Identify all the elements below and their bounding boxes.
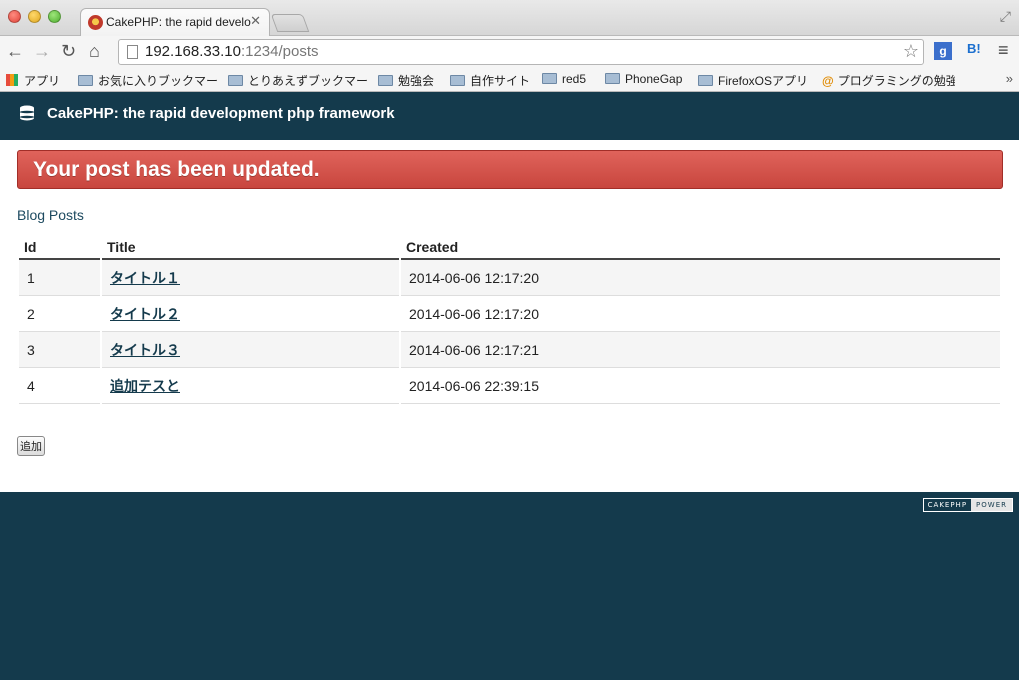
new-tab-button[interactable]	[270, 14, 310, 32]
table-row: 4 追加テスと 2014-06-06 22:39:15	[19, 368, 1000, 404]
table-row: 1 タイトル１ 2014-06-06 12:17:20	[19, 260, 1000, 296]
browser-titlebar: CakePHP: the rapid develop ✕ ⤢	[0, 0, 1019, 36]
page-icon	[127, 45, 138, 59]
bookmark-folder[interactable]: FirefoxOSアプリ	[698, 72, 808, 89]
post-id: 2	[19, 296, 100, 332]
bookmarks-bar: アプリ お気に入りブックマー とりあえずブックマー 勉強会 自作サイト red5…	[0, 68, 1019, 92]
tab-title: CakePHP: the rapid develop	[106, 15, 251, 29]
browser-toolbar: ← → ↻ ⌂ 192.168.33.10:1234/posts ☆ g B! …	[0, 36, 1019, 68]
column-header-title: Title	[102, 234, 399, 260]
folder-icon	[378, 75, 393, 86]
url-text: 192.168.33.10:1234/posts	[145, 43, 319, 60]
bookmark-folder[interactable]: 勉強会	[378, 72, 434, 89]
hatena-bookmark-icon[interactable]: B!	[967, 41, 981, 56]
bookmark-star-icon[interactable]: ☆	[903, 41, 919, 62]
more-bookmarks-icon[interactable]: »	[1006, 71, 1013, 86]
close-window-button[interactable]	[8, 10, 21, 23]
folder-icon	[450, 75, 465, 86]
bookmark-folder[interactable]: 自作サイト	[450, 72, 530, 89]
page-title: Blog Posts	[17, 207, 84, 223]
folder-icon	[698, 75, 713, 86]
tab-close-icon[interactable]: ✕	[250, 13, 261, 29]
google-extension-icon[interactable]: g	[934, 42, 952, 60]
post-id: 1	[19, 260, 100, 296]
post-title-link[interactable]: タイトル１	[110, 270, 180, 286]
fullscreen-icon[interactable]: ⤢	[1000, 8, 1011, 25]
table-header-row: Id Title Created	[19, 234, 1000, 260]
folder-icon	[78, 75, 93, 86]
post-title-link[interactable]: タイトル２	[110, 306, 180, 322]
forward-icon[interactable]: →	[33, 40, 51, 62]
cakephp-logo-icon	[20, 105, 34, 121]
site-title-link[interactable]: CakePHP: the rapid development php frame…	[47, 105, 395, 122]
page-content: Your post has been updated. Blog Posts I…	[0, 140, 1019, 492]
badge-left-text: CAKEPHP	[923, 499, 972, 511]
at-sign-icon: @	[822, 74, 834, 88]
cakephp-power-badge[interactable]: CAKEPHP POWER	[922, 498, 1013, 512]
folder-icon	[228, 75, 243, 86]
address-bar[interactable]: 192.168.33.10:1234/posts ☆	[118, 39, 924, 65]
back-icon[interactable]: ←	[6, 40, 24, 62]
cakephp-favicon-icon	[88, 15, 103, 30]
post-created: 2014-06-06 12:17:20	[401, 296, 1000, 332]
bookmark-folder[interactable]: red5	[542, 72, 586, 86]
bookmark-link[interactable]: @ プログラミングの勉強	[822, 72, 955, 89]
table-row: 3 タイトル３ 2014-06-06 12:17:21	[19, 332, 1000, 368]
post-id: 3	[19, 332, 100, 368]
post-created: 2014-06-06 12:17:21	[401, 332, 1000, 368]
bookmark-folder[interactable]: とりあえずブックマー	[228, 72, 368, 89]
column-header-id: Id	[19, 234, 100, 260]
folder-icon	[605, 73, 620, 84]
zoom-window-button[interactable]	[48, 10, 61, 23]
post-created: 2014-06-06 12:17:20	[401, 260, 1000, 296]
minimize-window-button[interactable]	[28, 10, 41, 23]
add-post-button[interactable]: 追加	[17, 436, 45, 456]
page-header: CakePHP: the rapid development php frame…	[0, 93, 1019, 140]
browser-tab[interactable]: CakePHP: the rapid develop ✕	[80, 8, 270, 36]
bookmark-folder[interactable]: お気に入りブックマー	[78, 72, 218, 89]
home-icon[interactable]: ⌂	[89, 40, 100, 62]
bookmark-apps[interactable]: アプリ	[6, 72, 60, 89]
table-row: 2 タイトル２ 2014-06-06 12:17:20	[19, 296, 1000, 332]
apps-grid-icon	[6, 74, 18, 86]
posts-table: Id Title Created 1 タイトル１ 2014-06-06 12:1…	[17, 234, 1002, 404]
post-id: 4	[19, 368, 100, 404]
post-title-link[interactable]: タイトル３	[110, 342, 180, 358]
reload-icon[interactable]: ↻	[61, 40, 76, 62]
column-header-created: Created	[401, 234, 1000, 260]
flash-message: Your post has been updated.	[17, 150, 1003, 189]
chrome-menu-icon[interactable]: ≡	[998, 40, 1009, 61]
post-title-link[interactable]: 追加テスと	[110, 378, 180, 394]
bookmark-folder[interactable]: PhoneGap	[605, 72, 682, 86]
page-footer: CAKEPHP POWER	[0, 492, 1019, 680]
flash-message-text: Your post has been updated.	[33, 158, 320, 181]
post-created: 2014-06-06 22:39:15	[401, 368, 1000, 404]
folder-icon	[542, 73, 557, 84]
badge-right-text: POWER	[971, 499, 1012, 511]
